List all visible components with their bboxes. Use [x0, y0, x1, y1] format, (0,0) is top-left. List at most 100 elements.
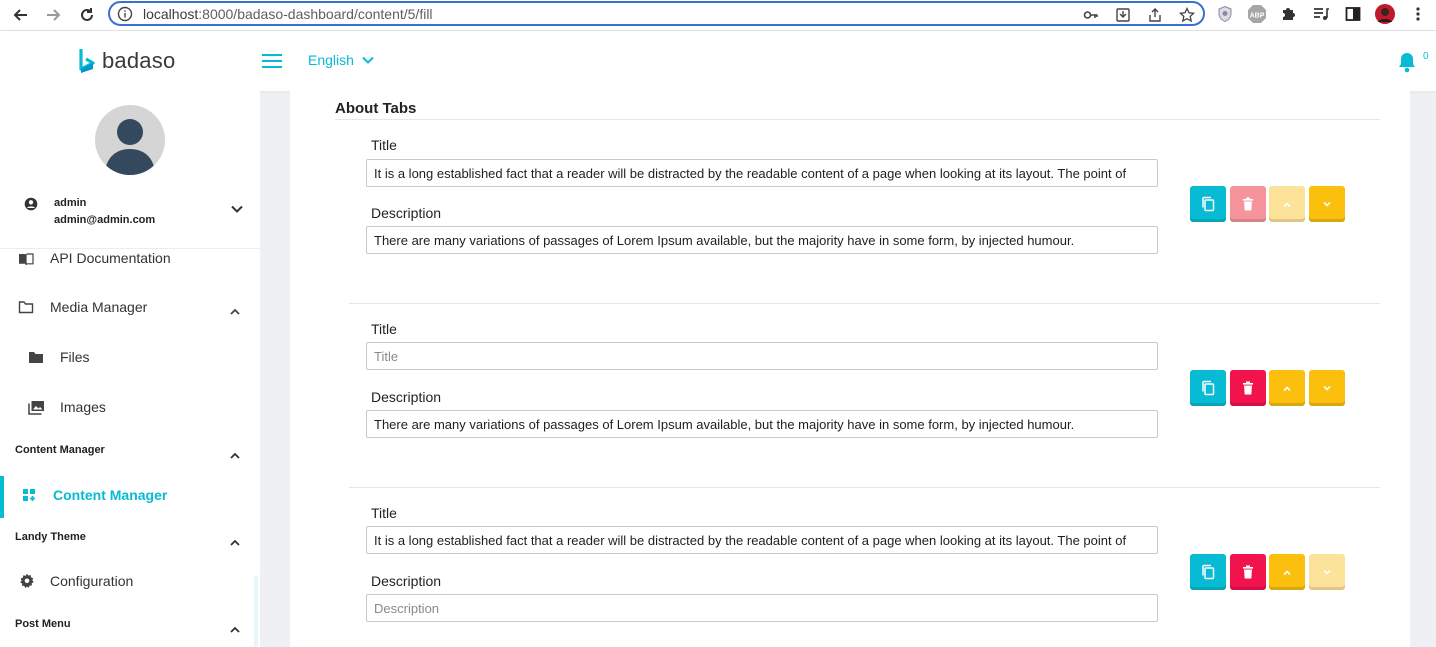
account-circle-icon	[24, 197, 38, 216]
sidebar-item-label: Images	[60, 399, 106, 415]
title-label: Title	[371, 137, 397, 153]
sidebar-item-label: API Documentation	[50, 250, 171, 266]
sidebar: admin admin@admin.com API Documentation …	[0, 91, 260, 647]
app-name: badaso	[102, 48, 176, 73]
gear-icon	[18, 572, 36, 590]
delete-button[interactable]	[1230, 554, 1266, 590]
sidebar-group-content-manager[interactable]: Content Manager	[15, 444, 105, 456]
title-input[interactable]: It is a long established fact that a rea…	[366, 526, 1158, 554]
media-control-icon[interactable]	[1310, 3, 1332, 25]
title-input[interactable]: It is a long established fact that a rea…	[366, 159, 1158, 187]
address-bar[interactable]: localhost:8000/badaso-dashboard/content/…	[108, 1, 1205, 26]
chevron-up-icon	[1283, 569, 1291, 575]
trash-icon	[1243, 381, 1253, 395]
sidebar-item-images[interactable]: Images	[0, 396, 256, 418]
sidebar-item-label: Configuration	[50, 573, 134, 589]
user-email: admin@admin.com	[54, 214, 156, 226]
chevron-down-icon	[362, 56, 374, 64]
browser-toolbar: localhost:8000/badaso-dashboard/content/…	[0, 0, 1436, 31]
back-icon[interactable]	[8, 2, 34, 28]
bookmark-star-icon[interactable]	[1178, 6, 1196, 24]
title-label: Title	[371, 505, 397, 521]
move-up-button[interactable]	[1269, 554, 1305, 590]
title-input[interactable]: Title	[366, 342, 1158, 370]
sidebar-item-label: Content Manager	[53, 487, 168, 503]
chevron-up-icon[interactable]	[230, 446, 240, 464]
badaso-logo[interactable]: badaso	[78, 48, 175, 74]
user-name: admin	[54, 197, 87, 209]
language-label: English	[308, 52, 354, 68]
share-icon[interactable]	[1146, 6, 1164, 24]
menu-toggle-icon[interactable]	[262, 53, 282, 69]
install-icon[interactable]	[1114, 6, 1132, 24]
description-input[interactable]: Description	[366, 594, 1158, 622]
user-avatar	[95, 105, 165, 175]
copy-icon	[1202, 564, 1215, 580]
sidebar-item-api-documentation[interactable]: API Documentation	[0, 249, 256, 267]
duplicate-button[interactable]	[1190, 554, 1226, 590]
url-text: localhost:8000/badaso-dashboard/content/…	[143, 6, 433, 22]
url-host: localhost	[143, 6, 199, 22]
profile-avatar-icon[interactable]	[1374, 3, 1396, 25]
sidebar-item-label: Media Manager	[50, 299, 148, 315]
chevron-up-icon	[1283, 201, 1291, 207]
reload-icon[interactable]	[74, 2, 100, 28]
sidebar-group-post-menu[interactable]: Post Menu	[15, 618, 71, 630]
side-panel-icon[interactable]	[1342, 3, 1364, 25]
sidebar-item-files[interactable]: Files	[0, 346, 256, 368]
description-label: Description	[371, 573, 442, 589]
puzzle-extensions-icon[interactable]	[1278, 3, 1300, 25]
duplicate-button[interactable]	[1190, 370, 1226, 406]
chevron-up-icon[interactable]	[230, 533, 240, 551]
folder-outline-icon	[17, 298, 35, 316]
chevron-down-icon	[1323, 201, 1331, 207]
chevron-down-icon	[1323, 569, 1331, 575]
sidebar-item-content-manager[interactable]: Content Manager	[0, 484, 256, 506]
badaso-logo-icon	[79, 49, 95, 73]
user-menu[interactable]: admin admin@admin.com	[0, 191, 260, 249]
language-selector[interactable]: English	[308, 52, 374, 68]
adblock-icon[interactable]: ABP	[1246, 3, 1268, 25]
trash-icon	[1243, 565, 1253, 579]
description-label: Description	[371, 205, 442, 221]
delete-button[interactable]	[1230, 186, 1266, 222]
forward-icon[interactable]	[40, 2, 66, 28]
images-icon	[27, 398, 45, 416]
move-down-button[interactable]	[1309, 186, 1345, 222]
sidebar-scrollbar[interactable]	[254, 575, 258, 647]
notification-count: 0	[1423, 51, 1429, 62]
entry-divider	[349, 303, 1380, 304]
browser-menu-icon[interactable]	[1407, 3, 1429, 25]
move-down-button[interactable]	[1309, 370, 1345, 406]
notification-bell-icon[interactable]	[1397, 51, 1417, 78]
sidebar-group-landy-theme[interactable]: Landy Theme	[15, 531, 86, 543]
chevron-up-icon	[1283, 385, 1291, 391]
shield-extension-icon[interactable]	[1214, 3, 1236, 25]
description-input[interactable]: There are many variations of passages of…	[366, 226, 1158, 254]
description-input[interactable]: There are many variations of passages of…	[366, 410, 1158, 438]
chevron-up-icon	[230, 302, 240, 318]
content-form-card: About Tabs Title It is a long establishe…	[290, 91, 1410, 647]
move-up-button[interactable]	[1269, 186, 1305, 222]
chevron-down-icon	[1323, 385, 1331, 391]
copy-icon	[1202, 380, 1215, 396]
duplicate-button[interactable]	[1190, 186, 1226, 222]
divider	[335, 119, 1380, 120]
section-title: About Tabs	[335, 100, 417, 117]
trash-icon	[1243, 197, 1253, 211]
key-icon[interactable]	[1082, 6, 1100, 24]
app-header: badaso English 0	[0, 31, 1436, 91]
sidebar-item-media-manager[interactable]: Media Manager	[0, 296, 256, 318]
book-icon	[17, 250, 35, 268]
site-info-icon[interactable]	[117, 6, 133, 27]
url-path: :8000/badaso-dashboard/content/5/fill	[198, 6, 433, 22]
chevron-up-icon[interactable]	[230, 620, 240, 638]
chevron-down-icon	[231, 200, 243, 218]
dashboard-icon	[20, 486, 38, 504]
delete-button[interactable]	[1230, 370, 1266, 406]
title-label: Title	[371, 321, 397, 337]
sidebar-item-configuration[interactable]: Configuration	[0, 570, 256, 592]
entry-divider	[349, 487, 1380, 488]
move-up-button[interactable]	[1269, 370, 1305, 406]
move-down-button[interactable]	[1309, 554, 1345, 590]
